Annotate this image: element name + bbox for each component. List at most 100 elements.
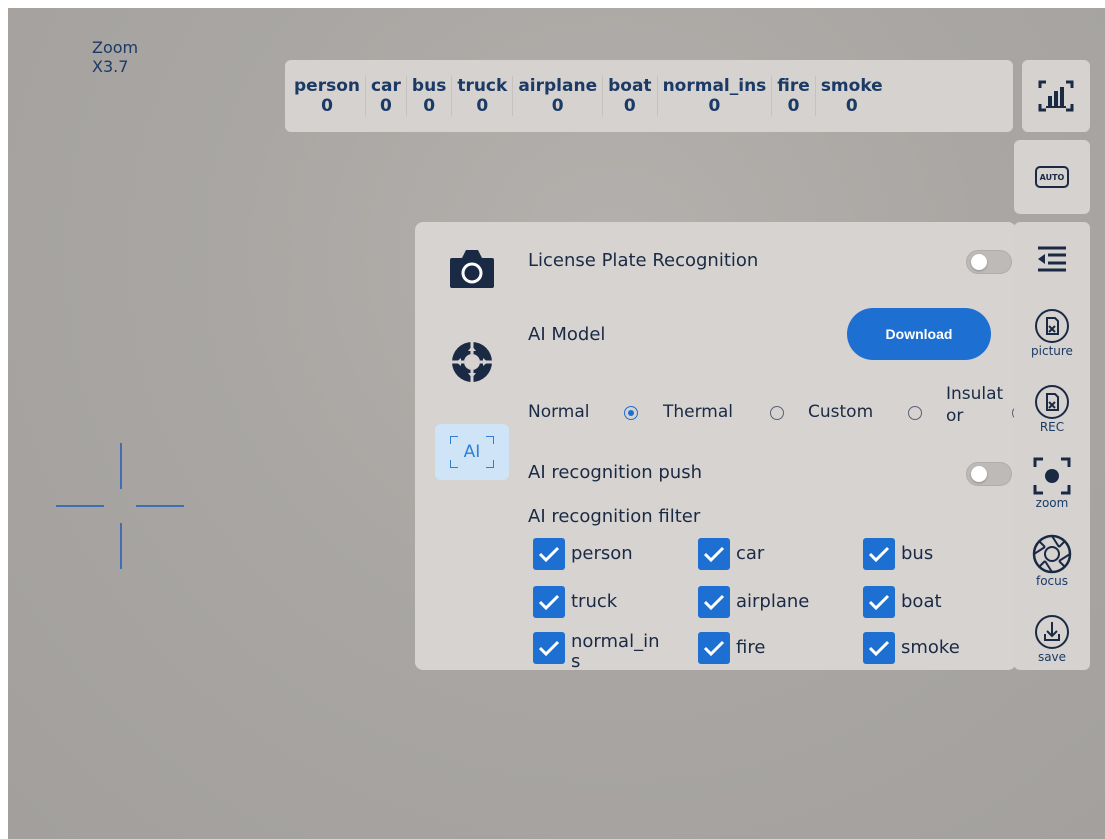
license-plate-toggle[interactable] — [966, 250, 1012, 274]
check-icon — [538, 594, 560, 610]
crosshair-right — [136, 505, 184, 507]
counter-smoke: smoke 0 — [814, 76, 888, 116]
counter-normal-ins: normal_ins 0 — [656, 76, 772, 116]
checkbox[interactable] — [698, 586, 730, 618]
right-toolbar: picture REC zoom focus save — [1014, 222, 1090, 670]
camera-viewport[interactable]: Zoom X3.7 person 0 car 0 bus 0 truck 0 a… — [8, 8, 1105, 839]
filter-label: boat — [901, 591, 942, 612]
counter-fire: fire 0 — [771, 76, 815, 116]
ai-push-toggle[interactable] — [966, 462, 1012, 486]
model-option-normal[interactable]: Normal — [528, 402, 590, 422]
detection-counter-bar: person 0 car 0 bus 0 truck 0 airplane 0 … — [285, 60, 1013, 132]
record-button[interactable]: REC — [1014, 384, 1090, 434]
ai-icon-corner — [486, 460, 494, 468]
counter-value: 0 — [787, 96, 800, 116]
check-icon — [703, 640, 725, 656]
focus-label: focus — [1035, 574, 1069, 588]
counter-truck: truck 0 — [451, 76, 512, 116]
filter-label: bus — [901, 543, 934, 564]
download-button[interactable]: Download — [847, 308, 991, 360]
check-icon — [868, 594, 890, 610]
ai-icon: AI — [450, 436, 494, 468]
filter-label: person — [571, 543, 633, 564]
filter-label: airplane — [736, 591, 810, 612]
ai-icon-corner — [450, 436, 458, 444]
counter-value: 0 — [708, 96, 721, 116]
counter-label: car — [370, 76, 401, 96]
counter-person: person 0 — [289, 76, 365, 116]
checkbox[interactable] — [863, 538, 895, 570]
counter-value: 0 — [476, 96, 489, 116]
model-option-custom[interactable]: Custom — [808, 402, 873, 422]
camera-icon — [450, 250, 494, 288]
filter-item-boat[interactable]: boat — [863, 586, 942, 618]
save-label: save — [1037, 650, 1067, 664]
picture-label: picture — [1031, 344, 1073, 358]
crosshair-top — [120, 443, 122, 489]
picture-button[interactable]: picture — [1014, 308, 1090, 358]
counter-value: 0 — [551, 96, 564, 116]
collapse-menu-button[interactable] — [1014, 244, 1090, 274]
counter-value: 0 — [321, 96, 333, 116]
checkbox[interactable] — [863, 632, 895, 664]
counter-label: truck — [457, 76, 508, 96]
counter-label: person — [294, 76, 360, 96]
checkbox[interactable] — [533, 538, 565, 570]
radio-normal[interactable] — [624, 406, 638, 420]
model-option-thermal[interactable]: Thermal — [663, 402, 733, 422]
counter-label: normal_ins — [662, 76, 767, 96]
model-option-insulator-line2: or — [946, 406, 964, 426]
zoom-button[interactable]: zoom — [1014, 456, 1090, 510]
checkbox[interactable] — [863, 586, 895, 618]
model-option-insulator[interactable]: Insulat — [946, 384, 1003, 404]
counter-label: smoke — [820, 76, 883, 96]
zoom-value: X3.7 — [92, 57, 129, 76]
checkbox[interactable] — [698, 538, 730, 570]
sd-card-icon — [1035, 385, 1069, 419]
check-icon — [868, 640, 890, 656]
check-icon — [868, 546, 890, 562]
filter-item-normal-ins[interactable]: normal_in s — [533, 632, 659, 672]
filter-item-fire[interactable]: fire — [698, 632, 765, 664]
filter-item-truck[interactable]: truck — [533, 586, 617, 618]
model-options: Normal Thermal Custom Insulat or — [528, 382, 1026, 438]
filter-label: normal_in s — [571, 632, 659, 672]
counter-value: 0 — [423, 96, 436, 116]
focus-button[interactable]: focus — [1014, 534, 1090, 588]
check-icon — [538, 640, 560, 656]
toggle-knob — [971, 254, 987, 270]
filter-item-car[interactable]: car — [698, 538, 764, 570]
statistics-button[interactable] — [1022, 60, 1090, 132]
radio-thermal[interactable] — [770, 406, 784, 420]
tab-camera[interactable] — [435, 240, 509, 296]
radio-custom[interactable] — [908, 406, 922, 420]
collapse-menu-icon — [1038, 246, 1066, 272]
direction-pad-icon — [452, 342, 492, 382]
filter-label-line1: normal_in — [571, 631, 660, 652]
tab-ai[interactable]: AI — [435, 424, 509, 480]
filter-item-person[interactable]: person — [533, 538, 633, 570]
filter-item-bus[interactable]: bus — [863, 538, 933, 570]
auto-button[interactable]: AUTO — [1014, 140, 1090, 214]
filter-item-airplane[interactable]: airplane — [698, 586, 809, 618]
license-plate-label: License Plate Recognition — [528, 250, 759, 271]
checkbox[interactable] — [533, 586, 565, 618]
auto-icon: AUTO — [1035, 166, 1069, 188]
counter-label: boat — [608, 76, 652, 96]
filter-label-line2: s — [571, 651, 581, 672]
tab-ptz[interactable] — [435, 334, 509, 390]
ai-filter-label: AI recognition filter — [528, 506, 701, 527]
zoom-label: Zoom — [92, 38, 139, 57]
ai-tab-label: AI — [463, 442, 481, 462]
filter-label: truck — [571, 591, 618, 612]
aperture-icon — [1032, 534, 1072, 574]
counter-bus: bus 0 — [405, 76, 451, 116]
filter-item-smoke[interactable]: smoke — [863, 632, 960, 664]
save-button[interactable]: save — [1014, 614, 1090, 664]
ai-push-label: AI recognition push — [528, 462, 702, 483]
checkbox[interactable] — [698, 632, 730, 664]
checkbox[interactable] — [533, 632, 565, 664]
counter-value: 0 — [845, 96, 858, 116]
counter-label: bus — [411, 76, 447, 96]
ai-icon-corner — [450, 460, 458, 468]
